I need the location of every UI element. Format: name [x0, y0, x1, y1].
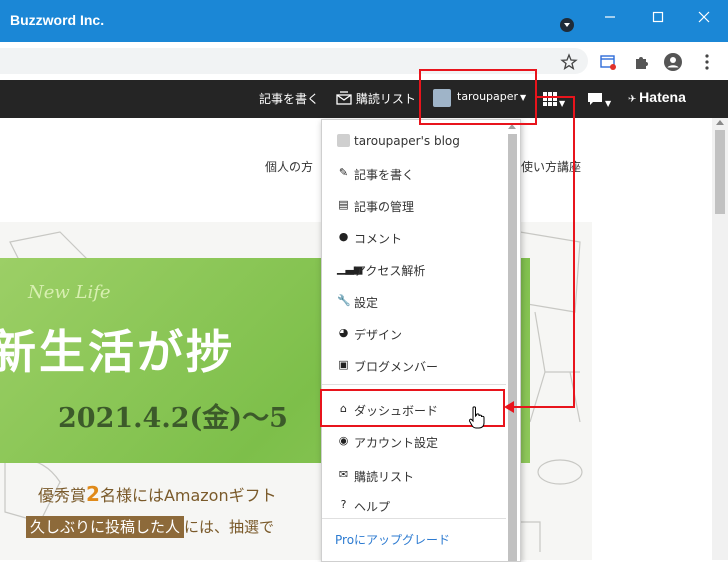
menu-item-analytics[interactable]: ▁▃▅ アクセス解析 [322, 254, 506, 284]
hatena-navbar: 記事を書く 購読リスト taroupaper ▼ ▼ ▼ ✈ Hatena [0, 80, 728, 118]
menu-divider [322, 384, 506, 385]
extensions-puzzle-icon[interactable] [632, 52, 652, 72]
annotation-arrow [573, 96, 575, 408]
annotation-highlight-user-menu [419, 69, 537, 125]
menu-item-design[interactable]: ◕ デザイン [322, 318, 506, 348]
menu-item-blog[interactable]: taroupaper's blog [322, 126, 506, 156]
menu-kebab-icon[interactable] [697, 52, 717, 72]
menu-item-blog-members[interactable]: ▣ ブログメンバー [322, 350, 506, 380]
caret-down-icon: ▼ [605, 99, 612, 108]
menu-item-manage-articles[interactable]: ▤ 記事の管理 [322, 190, 506, 220]
reading-list-icon [336, 91, 352, 105]
menu-item-help[interactable]: ? ヘルプ [322, 490, 506, 520]
menu-item-settings[interactable]: 🔧 設定 [322, 286, 506, 316]
account-icon: ◉ [338, 434, 349, 447]
banner-script-text: New Life [28, 282, 111, 303]
menu-scrollbar[interactable] [506, 120, 519, 561]
subnav-guide-link[interactable]: 使い方講座 [521, 158, 581, 175]
promo-line-2: 久しぶりに投稿した人 には、抽選で [26, 516, 274, 538]
blog-avatar-icon [337, 134, 350, 147]
campaign-date: 2021.4.2(金)〜5 [58, 403, 288, 434]
hand-cursor-icon [468, 406, 485, 429]
grid-icon [543, 92, 557, 106]
menu-divider [322, 518, 506, 519]
caret-down-icon: ▼ [559, 99, 566, 108]
help-icon: ? [340, 498, 347, 511]
write-article-link[interactable]: 記事を書く [259, 90, 319, 107]
close-icon[interactable] [692, 8, 716, 26]
annotation-arrow [512, 406, 575, 408]
apps-grid-button[interactable]: ▼ [543, 92, 565, 109]
window-title: Buzzword Inc. [10, 12, 105, 28]
reading-list-label: 購読リスト [355, 92, 416, 106]
annotation-arrow [537, 96, 575, 98]
menu-item-upgrade-pro[interactable]: Proにアップグレード [322, 523, 506, 553]
menu-item-account-settings[interactable]: ◉ アカウント設定 [322, 426, 506, 456]
notifications-button[interactable]: ▼ [587, 92, 611, 109]
menu-item-reading-list[interactable]: ✉ 購読リスト [322, 460, 506, 490]
palette-icon: ◕ [338, 326, 349, 339]
extension-window-icon[interactable] [598, 52, 618, 72]
user-dropdown-menu: taroupaper's blog ✎ 記事を書く ▤ 記事の管理 ● コメント… [321, 119, 521, 562]
comment-icon: ● [338, 230, 349, 243]
profile-icon[interactable] [663, 52, 683, 72]
menu-item-comments[interactable]: ● コメント [322, 222, 506, 252]
wrench-icon: 🔧 [337, 294, 351, 307]
reading-list-icon: ✉ [338, 468, 349, 481]
scroll-up-icon[interactable] [716, 120, 724, 125]
reading-list-link[interactable]: 購読リスト [336, 90, 416, 107]
profile-dropdown-icon[interactable] [560, 18, 574, 32]
minimize-icon[interactable] [598, 8, 622, 26]
bookmark-star-icon[interactable] [559, 52, 579, 72]
subnav-individual-link[interactable]: 個人の方 [265, 158, 313, 175]
document-icon: ▤ [338, 198, 349, 211]
banner-headline: 新生活が捗 [0, 325, 235, 379]
speech-bubble-icon [588, 93, 602, 105]
menu-scrollbar-thumb[interactable] [508, 134, 517, 561]
hatena-logo[interactable]: ✈ Hatena [628, 89, 686, 105]
members-icon: ▣ [338, 358, 349, 371]
browser-toolbar [0, 42, 728, 81]
scrollbar-thumb[interactable] [715, 130, 725, 214]
edit-icon: ✎ [338, 166, 349, 179]
page-scrollbar[interactable] [712, 118, 728, 560]
maximize-icon[interactable] [646, 8, 670, 26]
promo-line-1: 優秀賞2名様にはAmazonギフト [38, 482, 277, 506]
menu-item-write-article[interactable]: ✎ 記事を書く [322, 158, 506, 188]
analytics-icon: ▁▃▅ [337, 262, 363, 275]
arrow-head-icon [504, 401, 514, 413]
window-title-bar: Buzzword Inc. [0, 0, 728, 42]
